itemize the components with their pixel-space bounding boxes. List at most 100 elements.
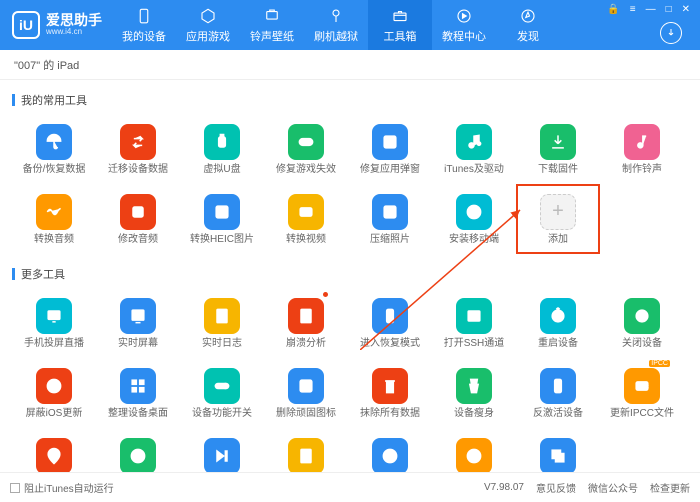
section-title-more: 更多工具 xyxy=(12,266,688,282)
tool-icon xyxy=(288,368,324,404)
tool-label: 迁移设备数据 xyxy=(108,164,168,175)
logo[interactable]: iU 爱思助手 www.i4.cn xyxy=(0,11,112,39)
tool-erase[interactable]: 抹除所有数据 xyxy=(348,358,432,428)
tool-label: 重启设备 xyxy=(538,338,578,349)
tool-ssh[interactable]: 打开SSH通道 xyxy=(432,288,516,358)
tool-icon xyxy=(372,298,408,334)
ipcc-icon: IPCC xyxy=(632,376,652,396)
tool-download[interactable]: 下载固件 xyxy=(516,114,600,184)
clean-icon xyxy=(464,376,484,396)
tool-icon xyxy=(36,368,72,404)
gamepad-icon xyxy=(296,132,316,152)
tool-image[interactable]: 转换HEIC图片 xyxy=(180,184,264,254)
tool-wave[interactable]: 转换音频 xyxy=(12,184,96,254)
tool-deactivate[interactable]: 反激活设备 xyxy=(516,358,600,428)
tool-dedupe[interactable]: 图片去重 xyxy=(516,428,600,472)
tool-crash[interactable]: 崩溃分析 xyxy=(264,288,348,358)
tool-note[interactable]: 制作铃声 xyxy=(600,114,684,184)
tool-gamepad[interactable]: 修复游戏失效 xyxy=(264,114,348,184)
tool-icon: + xyxy=(540,194,576,230)
download-icon xyxy=(548,132,568,152)
window-lock-icon[interactable]: 🔒 xyxy=(605,4,621,15)
tool-log[interactable]: 实时日志 xyxy=(180,288,264,358)
nav-tutorial[interactable]: 教程中心 xyxy=(432,0,496,50)
wechat-link[interactable]: 微信公众号 xyxy=(588,480,638,495)
tool-power[interactable]: 关闭设备 xyxy=(600,288,684,358)
recovery-icon xyxy=(380,306,400,326)
tool-icon xyxy=(456,124,492,160)
compress-icon xyxy=(380,202,400,222)
tool-desktop[interactable]: 整理设备桌面 xyxy=(96,358,180,428)
tool-label: 屏蔽iOS更新 xyxy=(26,408,83,419)
window-minimize-icon[interactable]: — xyxy=(644,4,658,15)
flash-icon xyxy=(327,7,345,25)
tool-label: 抹除所有数据 xyxy=(360,408,420,419)
tool-screen[interactable]: 实时屏幕 xyxy=(96,288,180,358)
tool-plus[interactable]: + 添加 xyxy=(516,184,600,254)
tool-icon xyxy=(456,438,492,473)
tool-transfer[interactable]: 迁移设备数据 xyxy=(96,114,180,184)
tool-install[interactable]: iU 安装移动端 xyxy=(432,184,516,254)
window-settings-icon[interactable]: ≡ xyxy=(628,4,638,15)
device-icon xyxy=(135,7,153,25)
tool-music[interactable]: iTunes及驱动 xyxy=(432,114,516,184)
notification-dot xyxy=(323,292,328,297)
tool-clean[interactable]: 设备瘦身 xyxy=(432,358,516,428)
window-controls: 🔒 ≡ — □ ✕ xyxy=(605,4,692,15)
tool-location[interactable]: 虚拟定位 xyxy=(12,428,96,472)
tool-recovery[interactable]: 进入恢复模式 xyxy=(348,288,432,358)
tool-label: 添加 xyxy=(548,234,568,245)
install-icon: iU xyxy=(464,202,484,222)
tool-icon xyxy=(456,368,492,404)
tool-icon xyxy=(624,298,660,334)
tool-compress[interactable]: 压缩照片 xyxy=(348,184,432,254)
tool-label: 安装移动端 xyxy=(449,234,499,245)
window-maximize-icon[interactable]: □ xyxy=(664,4,674,15)
desktop-icon xyxy=(128,376,148,396)
nav-apps[interactable]: 应用游戏 xyxy=(176,0,240,50)
tool-label: 制作铃声 xyxy=(622,164,662,175)
download-manager-button[interactable] xyxy=(660,22,682,44)
tool-delete[interactable]: 删除顽固图标 xyxy=(264,358,348,428)
tool-umbrella[interactable]: 备份/恢复数据 xyxy=(12,114,96,184)
log-icon xyxy=(212,306,232,326)
tool-video[interactable]: 转换视频 xyxy=(264,184,348,254)
common-tools-grid: 备份/恢复数据迁移设备数据 虚拟U盘修复游戏失效修复应用弹窗 iTunes及驱动下载… xyxy=(12,114,688,254)
device-breadcrumb: "007" 的 iPad xyxy=(0,50,700,80)
window-close-icon[interactable]: ✕ xyxy=(680,4,692,15)
tool-label: 修复应用弹窗 xyxy=(360,164,420,175)
nav-discover[interactable]: 发现 xyxy=(496,0,560,50)
tool-block[interactable]: 屏蔽iOS更新 xyxy=(12,358,96,428)
tool-label: 删除顽固图标 xyxy=(276,408,336,419)
tool-cast[interactable]: 手机投屏直播 xyxy=(12,288,96,358)
tool-icon xyxy=(36,124,72,160)
nav-ringtone[interactable]: 铃声壁纸 xyxy=(240,0,304,50)
tool-player[interactable]: 爱思播放器 xyxy=(348,428,432,472)
tutorial-icon xyxy=(455,7,473,25)
tool-restart[interactable]: 重启设备 xyxy=(516,288,600,358)
player-icon xyxy=(380,446,400,466)
tool-skip[interactable]: 跳过设置引导 xyxy=(180,428,264,472)
tool-label: 设备功能开关 xyxy=(192,408,252,419)
feedback-link[interactable]: 意见反馈 xyxy=(536,480,576,495)
tool-audioedit[interactable]: 修改音频 xyxy=(96,184,180,254)
block-itunes-checkbox[interactable] xyxy=(10,483,20,493)
nav-toolbox[interactable]: 工具箱 xyxy=(368,0,432,50)
tool-emoji[interactable]: 表情制作 xyxy=(432,428,516,472)
tool-time[interactable]: 破解时间限额 xyxy=(96,428,180,472)
tool-ipcc[interactable]: IPCCIPCC更新IPCC文件 xyxy=(600,358,684,428)
tool-icon xyxy=(204,368,240,404)
tool-usb[interactable]: 虚拟U盘 xyxy=(180,114,264,184)
nav-device[interactable]: 我的设备 xyxy=(112,0,176,50)
ssh-icon xyxy=(464,306,484,326)
check-update-link[interactable]: 检查更新 xyxy=(650,480,690,495)
tool-switch[interactable]: 设备功能开关 xyxy=(180,358,264,428)
tool-boot[interactable]: 备份引导区数据 xyxy=(264,428,348,472)
time-icon xyxy=(128,446,148,466)
status-bar: 阻止iTunes自动运行 V7.98.07 意见反馈 微信公众号 检查更新 xyxy=(0,472,700,502)
tool-popup[interactable]: 修复应用弹窗 xyxy=(348,114,432,184)
tool-icon: IPCC xyxy=(624,368,660,404)
umbrella-icon xyxy=(44,132,64,152)
content-area: 我的常用工具 备份/恢复数据迁移设备数据虚拟U盘修复游戏失效修复应用弹窗iTun… xyxy=(0,80,700,472)
nav-flash[interactable]: 刷机越狱 xyxy=(304,0,368,50)
